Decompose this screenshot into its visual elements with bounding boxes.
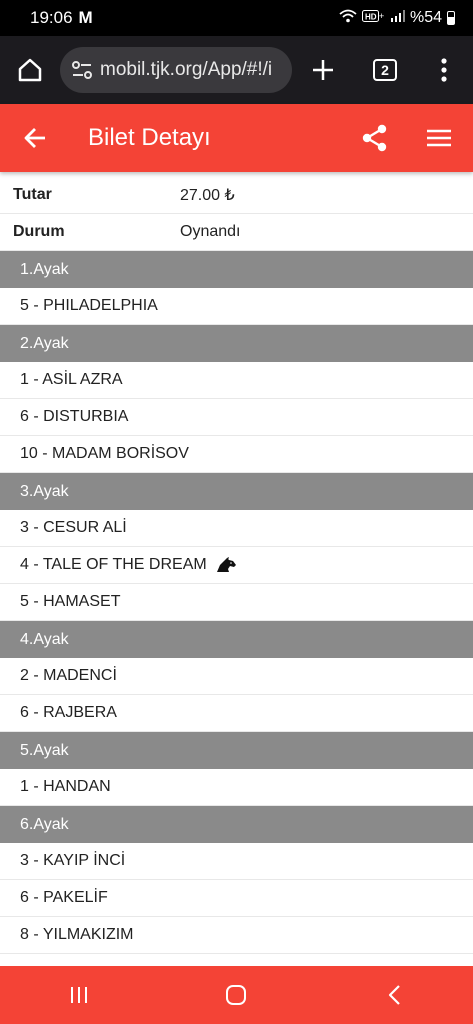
status-label: Durum — [13, 223, 65, 240]
system-nav-bar — [0, 966, 473, 1024]
horse-row: 1 - ASİL AZRA — [0, 362, 473, 399]
signal-icon — [390, 9, 405, 27]
battery-icon — [447, 11, 455, 25]
hamburger-icon — [427, 129, 451, 147]
horse-name: 5 - HAMASET — [20, 593, 121, 610]
chevron-left-icon — [389, 985, 400, 1005]
horse-name: 6 - DISTURBIA — [20, 408, 129, 425]
horse-row: 5 - PHILADELPHIA — [0, 288, 473, 325]
status-row: Durum Oynandı — [0, 214, 473, 251]
horse-name: 8 - YILMAKIZIM — [20, 926, 134, 943]
horse-name: 3 - CESUR ALİ — [20, 519, 127, 536]
back-nav-button[interactable] — [354, 966, 434, 1024]
horse-name: 10 - MADAM BORİSOV — [20, 445, 189, 462]
browser-toolbar: mobil.tjk.org/App/#!/i 2 — [0, 36, 473, 104]
gmail-notification-icon: M — [78, 8, 93, 27]
battery-percent: %54 — [409, 9, 442, 26]
horse-name: 5 - PHILADELPHIA — [20, 297, 158, 314]
leg-header: 5.Ayak — [0, 732, 473, 769]
svg-text:HD: HD — [365, 13, 377, 22]
arrow-back-icon — [24, 128, 45, 148]
horse-row: 10 - MADAM BORİSOV — [0, 436, 473, 473]
leg-header: 6.Ayak — [0, 806, 473, 843]
home-button[interactable] — [0, 36, 60, 104]
plus-icon — [313, 60, 333, 80]
horse-row: 1 - HANDAN — [0, 769, 473, 806]
page-title: Bilet Detayı — [88, 124, 211, 151]
leg-header: 3.Ayak — [0, 473, 473, 510]
recents-icon — [70, 987, 87, 1003]
svg-text:+: + — [379, 11, 384, 21]
horse-name: 1 - HANDAN — [20, 778, 111, 795]
share-button[interactable] — [345, 104, 405, 172]
back-button[interactable] — [0, 104, 70, 172]
horse-row: 4 - TALE OF THE DREAM — [0, 547, 473, 584]
home-nav-button[interactable] — [196, 966, 276, 1024]
status-right: HD + %54 — [339, 9, 455, 28]
ticket-detail: Tutar 27.00 ₺ Durum Oynandı 1.Ayak 5 - P… — [0, 177, 473, 954]
home-circle-icon — [226, 985, 247, 1005]
amount-label: Tutar — [13, 186, 52, 203]
url-text[interactable]: mobil.tjk.org/App/#!/i — [100, 59, 272, 81]
tab-switcher-button[interactable]: 2 — [354, 36, 416, 104]
status-bar: 19:06 M HD + %54 — [0, 0, 473, 36]
horse-row: 6 - RAJBERA — [0, 695, 473, 732]
recents-button[interactable] — [39, 966, 119, 1024]
more-vert-icon — [441, 58, 447, 82]
leg-header: 4.Ayak — [0, 621, 473, 658]
horse-row: 3 - KAYIP İNCİ — [0, 843, 473, 880]
amount-value: 27.00 ₺ — [180, 187, 235, 204]
horse-name: 6 - PAKELİF — [20, 889, 108, 906]
hd-icon: HD + — [361, 9, 386, 27]
horse-name: 4 - TALE OF THE DREAM — [20, 556, 207, 573]
leg-header: 2.Ayak — [0, 325, 473, 362]
horse-row: 6 - PAKELİF — [0, 880, 473, 917]
horse-head-icon — [215, 557, 237, 573]
horse-row: 3 - CESUR ALİ — [0, 510, 473, 547]
browser-menu-button[interactable] — [416, 36, 472, 104]
address-bar[interactable]: mobil.tjk.org/App/#!/i — [60, 47, 292, 93]
horse-name: 2 - MADENCİ — [20, 667, 117, 684]
horse-row: 8 - YILMAKIZIM — [0, 917, 473, 954]
app-header: Bilet Detayı — [0, 104, 473, 172]
home-icon — [18, 58, 42, 82]
horse-row: 5 - HAMASET — [0, 584, 473, 621]
status-value: Oynandı — [180, 223, 241, 240]
leg-header: 1.Ayak — [0, 251, 473, 288]
tab-count: 2 — [373, 59, 397, 81]
horse-name: 1 - ASİL AZRA — [20, 371, 123, 388]
menu-button[interactable] — [405, 104, 473, 172]
horse-name: 6 - RAJBERA — [20, 704, 117, 721]
horse-row: 6 - DISTURBIA — [0, 399, 473, 436]
horse-row: 2 - MADENCİ — [0, 658, 473, 695]
site-settings-icon[interactable] — [68, 61, 96, 79]
amount-row: Tutar 27.00 ₺ — [0, 177, 473, 214]
wifi-icon — [339, 9, 357, 28]
status-time: 19:06 — [30, 8, 73, 27]
share-icon — [362, 124, 387, 152]
new-tab-button[interactable] — [292, 36, 354, 104]
horse-name: 3 - KAYIP İNCİ — [20, 852, 126, 869]
